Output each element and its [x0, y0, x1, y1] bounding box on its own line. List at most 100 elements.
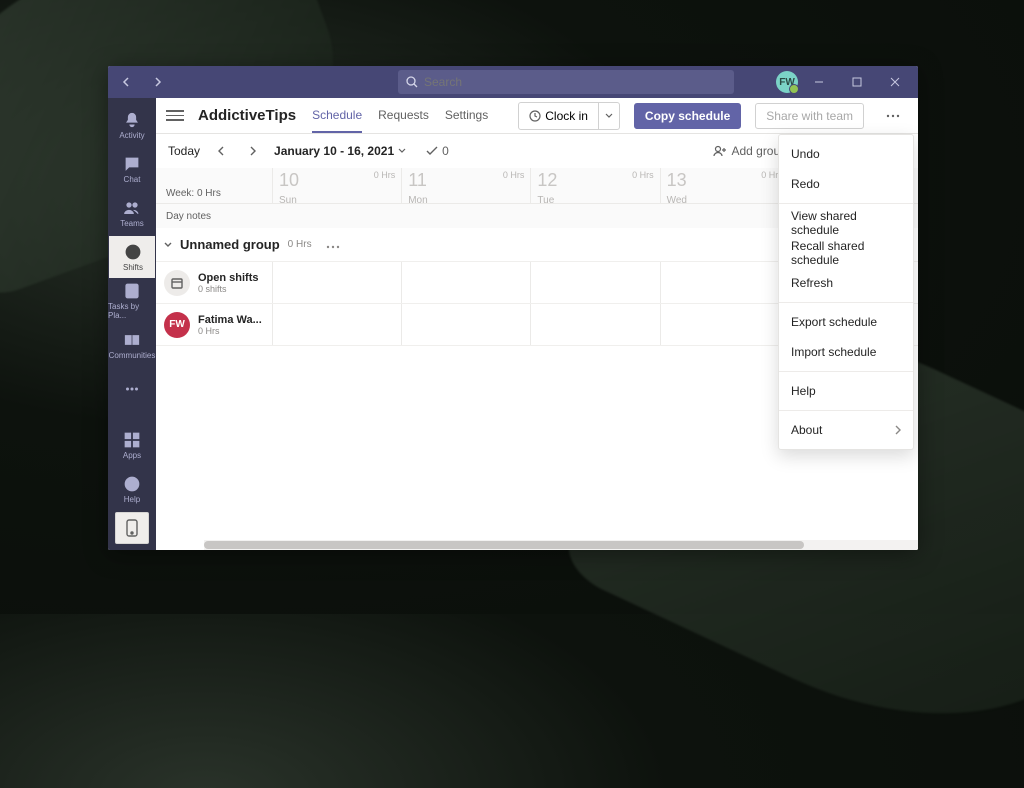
apps-icon	[123, 431, 141, 449]
hamburger-button[interactable]	[166, 110, 184, 121]
clock-in-dropdown[interactable]	[598, 103, 619, 129]
rail-item-tasks[interactable]: Tasks by Pla...	[108, 280, 156, 322]
rail-label: Activity	[119, 131, 144, 140]
rail-item-apps[interactable]: Apps	[108, 424, 156, 466]
ellipsis-icon	[123, 380, 141, 398]
main-header: AddictiveTips Schedule Requests Settings…	[156, 98, 918, 134]
window-minimize-button[interactable]	[802, 66, 836, 98]
menu-view-shared[interactable]: View shared schedule	[779, 208, 913, 238]
day-hours: 0 Hrs	[503, 170, 525, 180]
titlebar: FW	[108, 66, 918, 98]
bell-icon	[123, 111, 141, 129]
shift-cell[interactable]	[660, 262, 789, 303]
day-number: 10	[279, 170, 299, 191]
group-more-button[interactable]	[320, 236, 346, 254]
open-shifts-icon	[164, 270, 190, 296]
add-group-button[interactable]: Add group	[713, 144, 786, 158]
tab-settings[interactable]: Settings	[445, 98, 488, 133]
clock-in-button[interactable]: Clock in	[518, 102, 620, 130]
window-maximize-button[interactable]	[840, 66, 874, 98]
search-icon	[406, 76, 418, 88]
day-hours: 0 Hrs	[632, 170, 654, 180]
menu-refresh[interactable]: Refresh	[779, 268, 913, 298]
menu-import[interactable]: Import schedule	[779, 337, 913, 367]
user-avatar: FW	[164, 312, 190, 338]
more-options-menu: Undo Redo View shared schedule Recall sh…	[778, 134, 914, 450]
today-button[interactable]: Today	[168, 144, 200, 158]
rail-item-shifts[interactable]: Shifts	[108, 236, 155, 278]
rail-item-mobile[interactable]	[115, 512, 149, 544]
copy-schedule-button[interactable]: Copy schedule	[634, 103, 741, 129]
rail-label: Chat	[124, 175, 141, 184]
menu-export[interactable]: Export schedule	[779, 307, 913, 337]
shift-cell[interactable]	[401, 304, 530, 345]
date-prev-button[interactable]	[210, 140, 232, 162]
day-column[interactable]: 12Tue0 Hrs	[530, 168, 659, 203]
user-name: Fatima Wa...	[198, 314, 262, 326]
date-next-button[interactable]	[242, 140, 264, 162]
tab-requests[interactable]: Requests	[378, 98, 429, 133]
search-input[interactable]	[424, 75, 726, 89]
group-name: Unnamed group	[180, 237, 280, 252]
menu-help[interactable]: Help	[779, 376, 913, 406]
day-number: 12	[537, 170, 557, 191]
more-options-button[interactable]	[878, 103, 908, 129]
rail-label: Apps	[123, 451, 141, 460]
chevron-right-icon	[895, 425, 901, 435]
group-hours: 0 Hrs	[288, 239, 312, 250]
menu-separator	[779, 302, 913, 303]
clock-icon	[529, 110, 541, 122]
week-total-label: Week: 0 Hrs	[156, 168, 272, 203]
menu-separator	[779, 203, 913, 204]
nav-back-button[interactable]	[114, 70, 140, 94]
chat-icon	[123, 155, 141, 173]
ellipsis-icon	[886, 114, 900, 118]
window-close-button[interactable]	[878, 66, 912, 98]
rail-item-more[interactable]	[108, 368, 156, 410]
rail-label: Communities	[109, 351, 156, 360]
menu-undo[interactable]: Undo	[779, 139, 913, 169]
app-window: FW Activity Chat Teams Shifts	[108, 66, 918, 550]
rail-item-help[interactable]: Help	[108, 468, 156, 510]
left-rail: Activity Chat Teams Shifts Tasks by Pla.…	[108, 98, 156, 550]
shift-cell[interactable]	[530, 262, 659, 303]
open-shifts-title: Open shifts	[198, 272, 259, 284]
clock-in-label: Clock in	[545, 109, 588, 123]
rail-item-activity[interactable]: Activity	[108, 104, 156, 146]
day-column[interactable]: 13Wed0 Hrs	[660, 168, 789, 203]
shift-cell[interactable]	[272, 304, 401, 345]
shift-cell[interactable]	[401, 262, 530, 303]
menu-recall-shared[interactable]: Recall shared schedule	[779, 238, 913, 268]
shift-cell[interactable]	[272, 262, 401, 303]
shift-cell[interactable]	[660, 304, 789, 345]
page-title: AddictiveTips	[198, 107, 296, 124]
tab-schedule[interactable]: Schedule	[312, 98, 362, 133]
rail-label: Shifts	[123, 263, 143, 272]
shift-cell[interactable]	[530, 304, 659, 345]
search-box[interactable]	[398, 70, 734, 94]
people-icon	[123, 199, 141, 217]
menu-redo[interactable]: Redo	[779, 169, 913, 199]
tasks-icon	[123, 282, 141, 300]
avatar[interactable]: FW	[776, 71, 798, 93]
scrollbar-thumb[interactable]	[204, 541, 804, 549]
chevron-down-icon	[164, 240, 172, 250]
day-notes-label: Day notes	[156, 204, 272, 228]
date-range-picker[interactable]: January 10 - 16, 2021	[274, 144, 406, 158]
rail-item-teams[interactable]: Teams	[108, 192, 156, 234]
rail-item-chat[interactable]: Chat	[108, 148, 156, 190]
nav-forward-button[interactable]	[144, 70, 170, 94]
day-number: 11	[408, 170, 427, 191]
day-column[interactable]: 11Mon0 Hrs	[401, 168, 530, 203]
rail-item-communities[interactable]: Communities	[108, 324, 156, 366]
user-hours: 0 Hrs	[198, 326, 262, 336]
help-icon	[123, 475, 141, 493]
share-with-team-button[interactable]: Share with team	[755, 103, 864, 129]
date-range-label: January 10 - 16, 2021	[274, 144, 394, 158]
horizontal-scrollbar[interactable]	[204, 540, 918, 550]
shift-icon	[170, 276, 184, 290]
menu-about[interactable]: About	[779, 415, 913, 445]
rail-label: Help	[124, 495, 140, 504]
chevron-down-icon	[605, 112, 613, 120]
day-column[interactable]: 10Sun0 Hrs	[272, 168, 401, 203]
